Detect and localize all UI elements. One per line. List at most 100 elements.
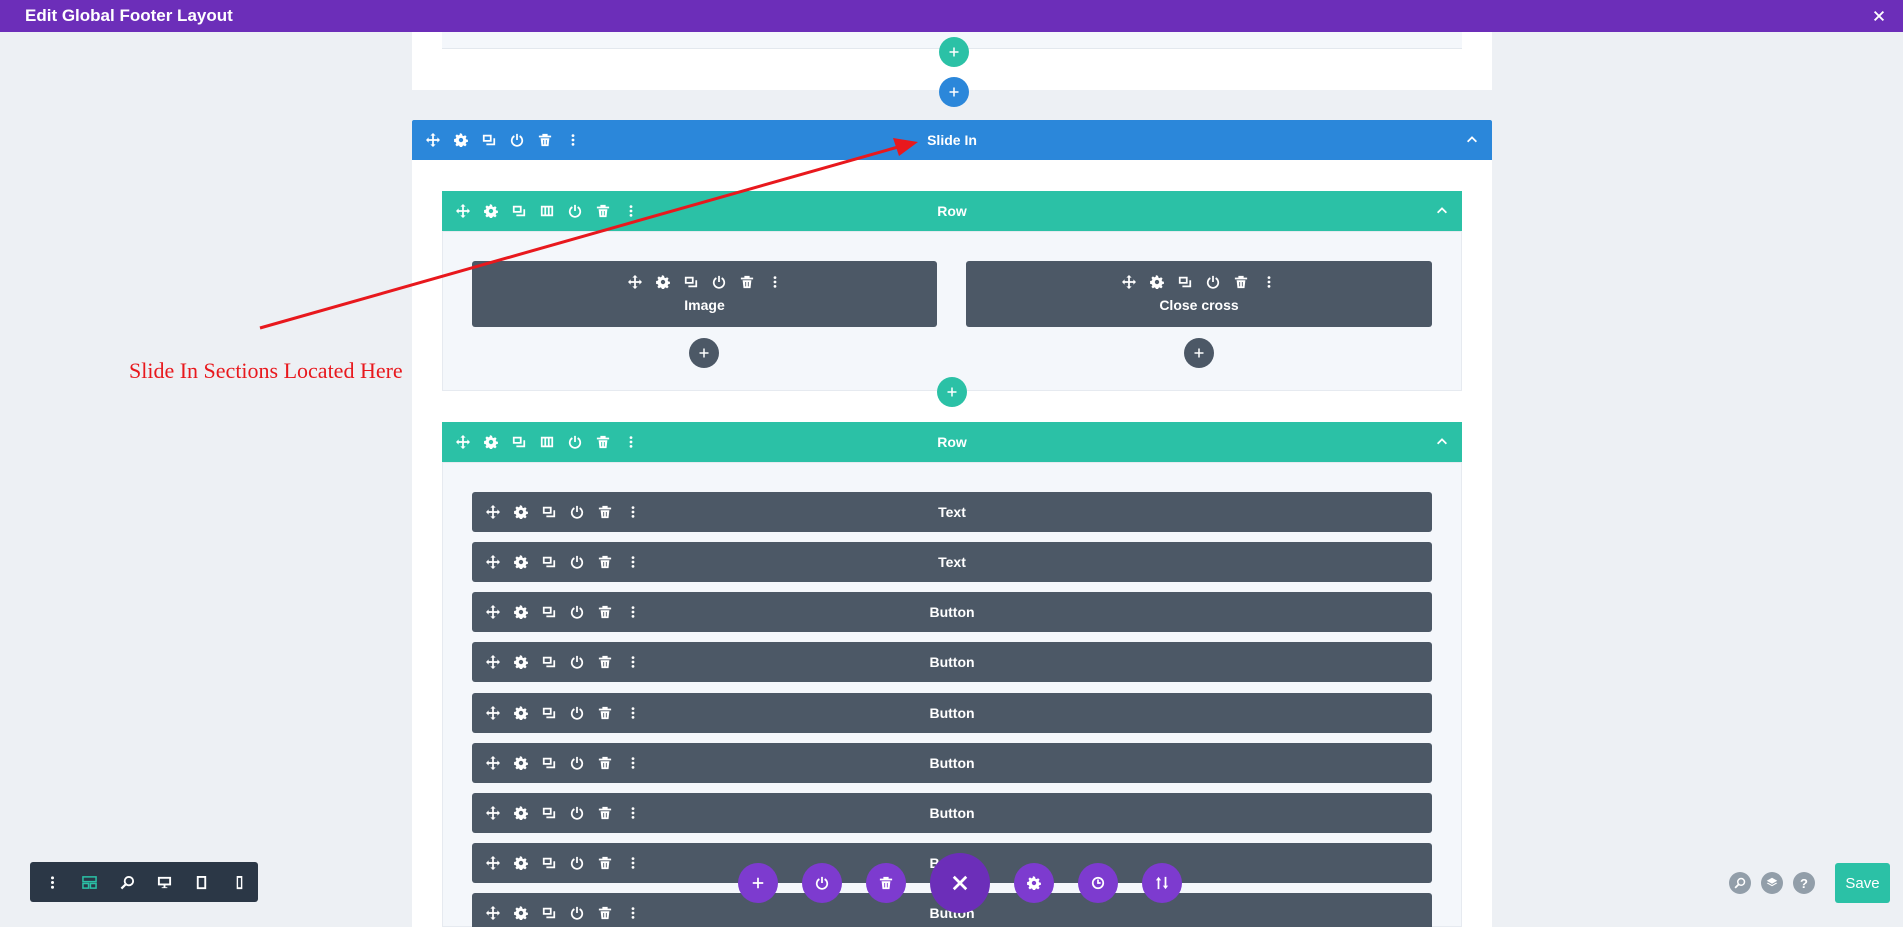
power-icon[interactable] [1202, 271, 1224, 293]
chevron-up-icon[interactable] [1434, 434, 1450, 450]
gear-icon[interactable] [510, 752, 532, 774]
gear-icon[interactable] [652, 271, 674, 293]
power-icon[interactable] [566, 501, 588, 523]
power-icon[interactable] [802, 863, 842, 903]
columns-icon[interactable] [536, 431, 558, 453]
more-icon[interactable] [620, 431, 642, 453]
gear-icon[interactable] [510, 651, 532, 673]
duplicate-icon[interactable] [508, 431, 530, 453]
trash-icon[interactable] [1230, 271, 1252, 293]
move-icon[interactable] [482, 802, 504, 824]
trash-icon[interactable] [594, 752, 616, 774]
more-icon[interactable] [622, 651, 644, 673]
duplicate-icon[interactable] [680, 271, 702, 293]
save-button[interactable]: Save [1835, 863, 1890, 903]
row-header-2[interactable]: Row [442, 422, 1462, 462]
move-icon[interactable] [482, 702, 504, 724]
zoom-icon[interactable] [109, 862, 146, 902]
move-icon[interactable] [452, 200, 474, 222]
add-row-button[interactable] [937, 377, 967, 407]
power-icon[interactable] [708, 271, 730, 293]
move-icon[interactable] [482, 852, 504, 874]
duplicate-icon[interactable] [538, 902, 560, 924]
chevron-up-icon[interactable] [1434, 203, 1450, 219]
gear-icon[interactable] [510, 501, 532, 523]
duplicate-icon[interactable] [508, 200, 530, 222]
add-icon[interactable] [738, 863, 778, 903]
gear-icon[interactable] [510, 601, 532, 623]
duplicate-icon[interactable] [538, 601, 560, 623]
gear-icon[interactable] [450, 129, 472, 151]
module-button[interactable]: Button [472, 743, 1432, 783]
module-button[interactable]: Button [472, 793, 1432, 833]
gear-icon[interactable] [480, 431, 502, 453]
power-icon[interactable] [566, 852, 588, 874]
move-icon[interactable] [482, 752, 504, 774]
row-header-1[interactable]: Row [442, 191, 1462, 231]
add-row-button[interactable] [939, 37, 969, 67]
power-icon[interactable] [566, 802, 588, 824]
duplicate-icon[interactable] [538, 551, 560, 573]
move-icon[interactable] [1118, 271, 1140, 293]
trash-icon[interactable] [592, 431, 614, 453]
move-icon[interactable] [452, 431, 474, 453]
move-icon[interactable] [624, 271, 646, 293]
gear-icon[interactable] [510, 551, 532, 573]
power-icon[interactable] [566, 702, 588, 724]
move-icon[interactable] [482, 601, 504, 623]
power-icon[interactable] [566, 551, 588, 573]
trash-icon[interactable] [736, 271, 758, 293]
more-icon[interactable] [622, 902, 644, 924]
duplicate-icon[interactable] [538, 702, 560, 724]
more-icon[interactable] [562, 129, 584, 151]
portability-icon[interactable] [1142, 863, 1182, 903]
desktop-icon[interactable] [146, 862, 183, 902]
more-icon[interactable] [34, 862, 71, 902]
power-icon[interactable] [566, 601, 588, 623]
gear-icon[interactable] [510, 852, 532, 874]
move-icon[interactable] [482, 501, 504, 523]
more-icon[interactable] [622, 852, 644, 874]
gear-icon[interactable] [480, 200, 502, 222]
module-text[interactable]: Text [472, 492, 1432, 532]
add-module-button[interactable] [689, 338, 719, 368]
close-icon[interactable] [930, 853, 990, 913]
add-section-button[interactable] [939, 77, 969, 107]
trash-icon[interactable] [594, 551, 616, 573]
trash-icon[interactable] [594, 501, 616, 523]
more-icon[interactable] [622, 802, 644, 824]
module-close-cross[interactable]: Close cross [966, 261, 1432, 327]
trash-icon[interactable] [594, 902, 616, 924]
gear-icon[interactable] [510, 702, 532, 724]
duplicate-icon[interactable] [538, 852, 560, 874]
duplicate-icon[interactable] [478, 129, 500, 151]
more-icon[interactable] [622, 501, 644, 523]
power-icon[interactable] [566, 902, 588, 924]
more-icon[interactable] [622, 551, 644, 573]
more-icon[interactable] [1258, 271, 1280, 293]
power-icon[interactable] [506, 129, 528, 151]
wireframe-icon[interactable] [71, 862, 108, 902]
module-image[interactable]: Image [472, 261, 937, 327]
trash-icon[interactable] [534, 129, 556, 151]
more-icon[interactable] [622, 601, 644, 623]
duplicate-icon[interactable] [1174, 271, 1196, 293]
gear-icon[interactable] [1146, 271, 1168, 293]
module-button[interactable]: Button [472, 693, 1432, 733]
gear-icon[interactable] [1014, 863, 1054, 903]
move-icon[interactable] [482, 902, 504, 924]
search-icon[interactable] [1729, 872, 1751, 894]
close-icon[interactable] [1865, 2, 1893, 30]
module-button[interactable]: Button [472, 642, 1432, 682]
duplicate-icon[interactable] [538, 802, 560, 824]
module-button[interactable]: Button [472, 592, 1432, 632]
add-module-button[interactable] [1184, 338, 1214, 368]
phone-icon[interactable] [221, 862, 258, 902]
trash-icon[interactable] [592, 200, 614, 222]
layers-icon[interactable] [1761, 872, 1783, 894]
more-icon[interactable] [764, 271, 786, 293]
power-icon[interactable] [566, 651, 588, 673]
module-text[interactable]: Text [472, 542, 1432, 582]
gear-icon[interactable] [510, 902, 532, 924]
more-icon[interactable] [622, 752, 644, 774]
